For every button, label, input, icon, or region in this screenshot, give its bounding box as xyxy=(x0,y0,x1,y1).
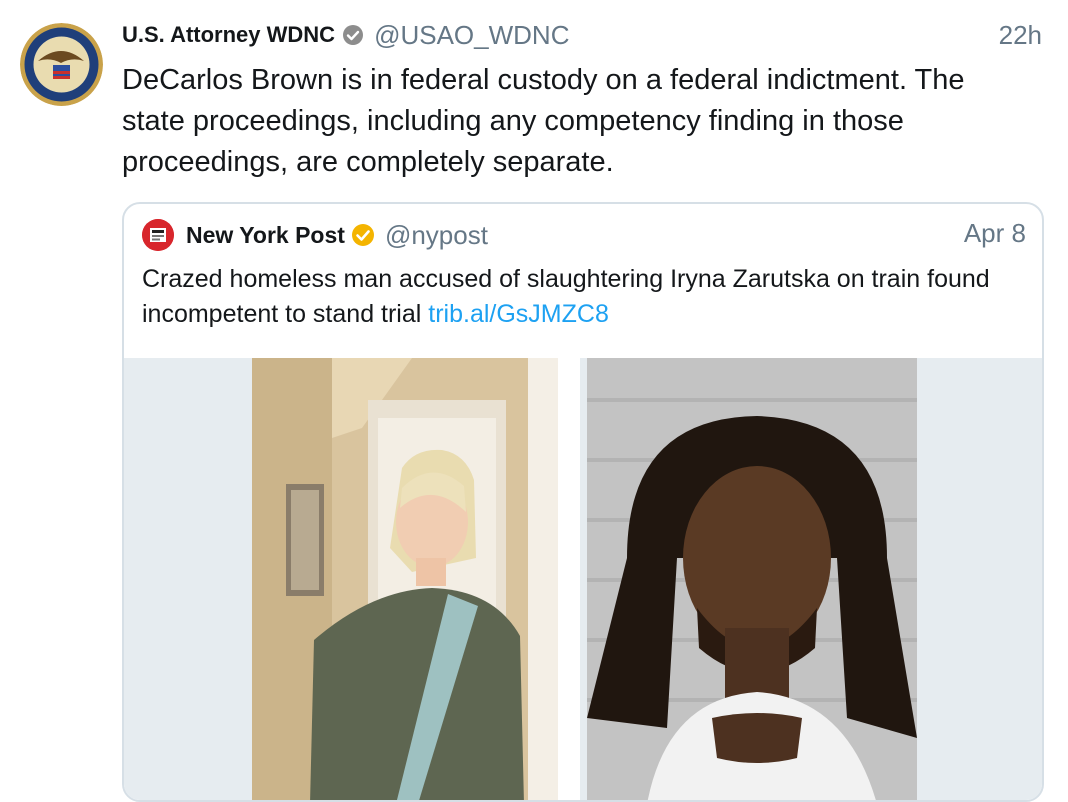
author-handle[interactable]: @USAO_WDNC xyxy=(374,20,569,51)
quoted-tweet-header: New York Post @nypost xyxy=(142,218,488,252)
quoted-author-name[interactable]: New York Post xyxy=(186,222,345,249)
nypost-logo-icon[interactable] xyxy=(142,219,174,251)
verified-gray-icon xyxy=(342,24,364,46)
tweet-header: U.S. Attorney WDNC @USAO_WDNC xyxy=(122,20,569,50)
author-name[interactable]: U.S. Attorney WDNC xyxy=(122,22,335,48)
quoted-media[interactable] xyxy=(124,358,1042,800)
photo-mugshot[interactable] xyxy=(587,358,917,800)
doj-seal-icon[interactable] xyxy=(20,23,103,106)
tweet[interactable]: U.S. Attorney WDNC @USAO_WDNC 22h DeCarl… xyxy=(0,0,1068,802)
quoted-tweet[interactable]: New York Post @nypost Apr 8 Crazed homel… xyxy=(122,202,1044,802)
quoted-tweet-link[interactable]: trib.al/GsJMZC8 xyxy=(428,300,609,328)
quoted-tweet-timestamp[interactable]: Apr 8 xyxy=(964,218,1026,249)
photo-woman[interactable] xyxy=(252,358,580,800)
verified-gold-icon xyxy=(351,223,375,247)
tweet-text: DeCarlos Brown is in federal custody on … xyxy=(122,64,965,178)
tweet-timestamp[interactable]: 22h xyxy=(999,20,1042,51)
quoted-author-handle[interactable]: @nypost xyxy=(385,220,488,251)
quoted-tweet-text: Crazed homeless man accused of slaughter… xyxy=(142,262,1022,332)
